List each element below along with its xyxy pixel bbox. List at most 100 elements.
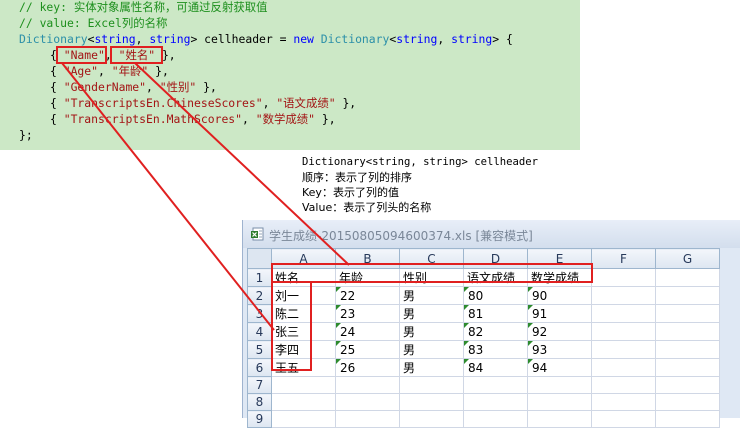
- row-header[interactable]: 5: [247, 340, 272, 359]
- row-header[interactable]: 9: [247, 410, 272, 428]
- cell-math-score[interactable]: 94: [527, 358, 592, 377]
- cell-empty[interactable]: [655, 376, 720, 394]
- table-row: 5 李四 25 男 83 93: [247, 340, 720, 359]
- row-header[interactable]: 3: [247, 304, 272, 323]
- table-row: 9: [247, 410, 720, 428]
- cell-math-score[interactable]: 91: [527, 304, 592, 323]
- cell-c1[interactable]: 性别: [399, 268, 464, 287]
- cell-empty[interactable]: [527, 376, 592, 394]
- cell-age[interactable]: 25: [335, 340, 400, 359]
- cell-g1[interactable]: [655, 268, 720, 287]
- row-header[interactable]: 8: [247, 393, 272, 411]
- number-as-text-indicator: [528, 341, 533, 346]
- column-header-d[interactable]: D: [463, 248, 528, 269]
- cell-name[interactable]: 陈二: [271, 304, 336, 323]
- type-dictionary-2: Dictionary: [313, 32, 390, 46]
- cell-gender[interactable]: 男: [399, 358, 464, 377]
- cell-empty[interactable]: [399, 393, 464, 411]
- cell-b1[interactable]: 年龄: [335, 268, 400, 287]
- entry-key: "Name": [63, 48, 105, 62]
- select-all-corner[interactable]: [247, 248, 272, 269]
- cell-empty[interactable]: [655, 393, 720, 411]
- cell-empty[interactable]: [463, 410, 528, 428]
- cell-name[interactable]: 李四: [271, 340, 336, 359]
- cell-gender[interactable]: 男: [399, 286, 464, 305]
- cell-empty[interactable]: [399, 410, 464, 428]
- cell-empty[interactable]: [655, 322, 720, 341]
- cell-age[interactable]: 23: [335, 304, 400, 323]
- cell-empty[interactable]: [591, 410, 656, 428]
- cell-gender[interactable]: 男: [399, 304, 464, 323]
- cell-empty[interactable]: [655, 358, 720, 377]
- cell-empty[interactable]: [591, 376, 656, 394]
- cell-empty[interactable]: [655, 340, 720, 359]
- type-dictionary: Dictionary: [19, 32, 88, 46]
- cell-empty[interactable]: [655, 304, 720, 323]
- code-declaration: Dictionary<string, string> cellheader = …: [19, 32, 513, 48]
- cell-f1[interactable]: [591, 268, 656, 287]
- row-header[interactable]: 2: [247, 286, 272, 305]
- column-header-g[interactable]: G: [655, 248, 720, 269]
- row-header[interactable]: 4: [247, 322, 272, 341]
- cell-empty[interactable]: [591, 393, 656, 411]
- excel-title-bar[interactable]: 学生成绩-20150805094600374.xls [兼容模式]: [243, 220, 740, 248]
- excel-window-title: 学生成绩-20150805094600374.xls [兼容模式]: [269, 229, 533, 243]
- cell-empty[interactable]: [591, 340, 656, 359]
- cell-empty[interactable]: [271, 410, 336, 428]
- cell-gender[interactable]: 男: [399, 322, 464, 341]
- cell-empty[interactable]: [335, 410, 400, 428]
- cell-empty[interactable]: [655, 286, 720, 305]
- cell-empty[interactable]: [591, 322, 656, 341]
- column-header-c[interactable]: C: [399, 248, 464, 269]
- comma: ,: [135, 32, 150, 46]
- column-header-f[interactable]: F: [591, 248, 656, 269]
- cell-chinese-score[interactable]: 80: [463, 286, 528, 305]
- comma-2: ,: [437, 32, 452, 46]
- cell-empty[interactable]: [527, 410, 592, 428]
- cell-empty[interactable]: [591, 286, 656, 305]
- number-as-text-indicator: [336, 287, 341, 292]
- column-header-b[interactable]: B: [335, 248, 400, 269]
- cell-empty[interactable]: [335, 376, 400, 394]
- row-header[interactable]: 1: [247, 268, 272, 287]
- number-as-text-indicator: [528, 287, 533, 292]
- cell-empty[interactable]: [463, 376, 528, 394]
- row-header[interactable]: 6: [247, 358, 272, 377]
- column-header-a[interactable]: A: [271, 248, 336, 269]
- cell-empty[interactable]: [271, 376, 336, 394]
- cell-name[interactable]: 王五: [271, 358, 336, 377]
- entry-key: "TranscriptsEn.ChineseScores": [63, 96, 263, 110]
- cell-math-score[interactable]: 92: [527, 322, 592, 341]
- cell-empty[interactable]: [655, 410, 720, 428]
- column-header-e[interactable]: E: [527, 248, 592, 269]
- cell-age[interactable]: 24: [335, 322, 400, 341]
- cell-empty[interactable]: [399, 376, 464, 394]
- cell-age[interactable]: 26: [335, 358, 400, 377]
- cell-empty[interactable]: [271, 393, 336, 411]
- cell-chinese-score[interactable]: 82: [463, 322, 528, 341]
- cell-chinese-score[interactable]: 83: [463, 340, 528, 359]
- explanation-notes: Dictionary<string, string> cellheader 顺序…: [302, 155, 538, 215]
- cell-empty[interactable]: [527, 393, 592, 411]
- table-row: 8: [247, 393, 720, 411]
- table-row: 3 陈二 23 男 81 91: [247, 304, 720, 323]
- cell-empty[interactable]: [591, 304, 656, 323]
- type-string-3: string: [396, 32, 438, 46]
- row-header[interactable]: 7: [247, 376, 272, 394]
- cell-math-score[interactable]: 93: [527, 340, 592, 359]
- excel-file-icon: [251, 227, 264, 241]
- cell-math-score[interactable]: 90: [527, 286, 592, 305]
- cell-name[interactable]: 刘一: [271, 286, 336, 305]
- cell-d1[interactable]: 语文成绩: [463, 268, 528, 287]
- cell-empty[interactable]: [463, 393, 528, 411]
- type-string-2: string: [149, 32, 191, 46]
- cell-name[interactable]: 张三: [271, 322, 336, 341]
- cell-age[interactable]: 22: [335, 286, 400, 305]
- cell-empty[interactable]: [591, 358, 656, 377]
- cell-chinese-score[interactable]: 84: [463, 358, 528, 377]
- cell-chinese-score[interactable]: 81: [463, 304, 528, 323]
- cell-gender[interactable]: 男: [399, 340, 464, 359]
- cell-e1[interactable]: 数学成绩: [527, 268, 592, 287]
- cell-a1[interactable]: 姓名: [271, 268, 336, 287]
- cell-empty[interactable]: [335, 393, 400, 411]
